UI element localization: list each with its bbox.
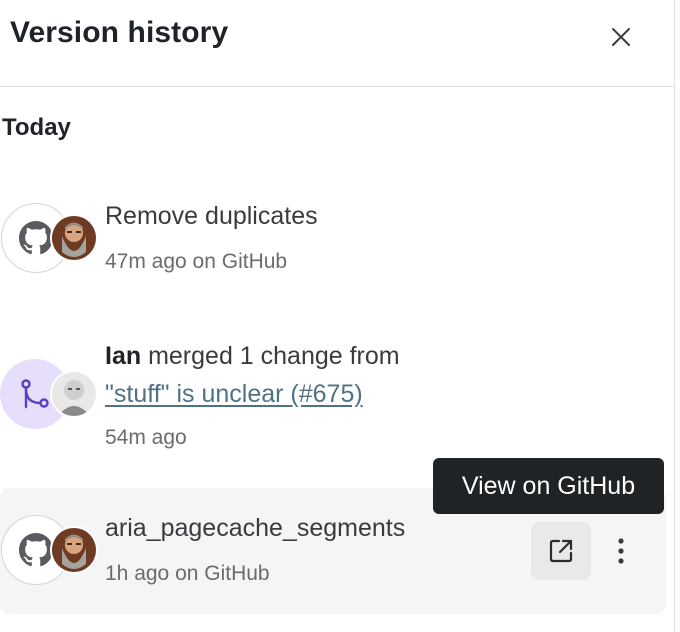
github-icon — [19, 533, 53, 567]
view-on-github-button[interactable] — [531, 522, 591, 580]
external-link-icon — [549, 539, 573, 563]
section-label-today: Today — [2, 114, 71, 141]
entry-title: Remove duplicates — [105, 202, 318, 230]
merge-icon — [21, 379, 49, 409]
entry-meta: 47m ago on GitHub — [105, 250, 288, 273]
history-entry[interactable]: Ian merged 1 change from "stuff" is uncl… — [0, 330, 666, 460]
close-icon — [612, 28, 630, 46]
close-button[interactable] — [604, 20, 638, 54]
more-options-button[interactable] — [606, 526, 636, 576]
github-icon — [19, 221, 53, 255]
user-avatar — [50, 526, 98, 574]
panel-title: Version history — [10, 16, 229, 49]
pull-request-link[interactable]: "stuff" is unclear (#675) — [105, 380, 363, 409]
panel-header: Version history — [0, 0, 674, 87]
entry-meta: 54m ago — [105, 426, 187, 449]
entry-meta: 1h ago on GitHub — [105, 562, 270, 585]
tooltip: View on GitHub — [433, 458, 664, 514]
merge-description: Ian merged 1 change from — [105, 342, 400, 371]
merge-action-text: merged 1 change from — [148, 342, 400, 370]
user-avatar — [50, 370, 98, 418]
history-entry[interactable]: Remove duplicates 47m ago on GitHub — [0, 180, 666, 280]
user-avatar — [50, 214, 98, 262]
entry-title: aria_pagecache_segments — [105, 514, 406, 542]
author-name: Ian — [105, 342, 142, 370]
more-vertical-icon — [618, 538, 624, 564]
version-history-panel: Version history Today Remove duplicates — [0, 0, 675, 632]
